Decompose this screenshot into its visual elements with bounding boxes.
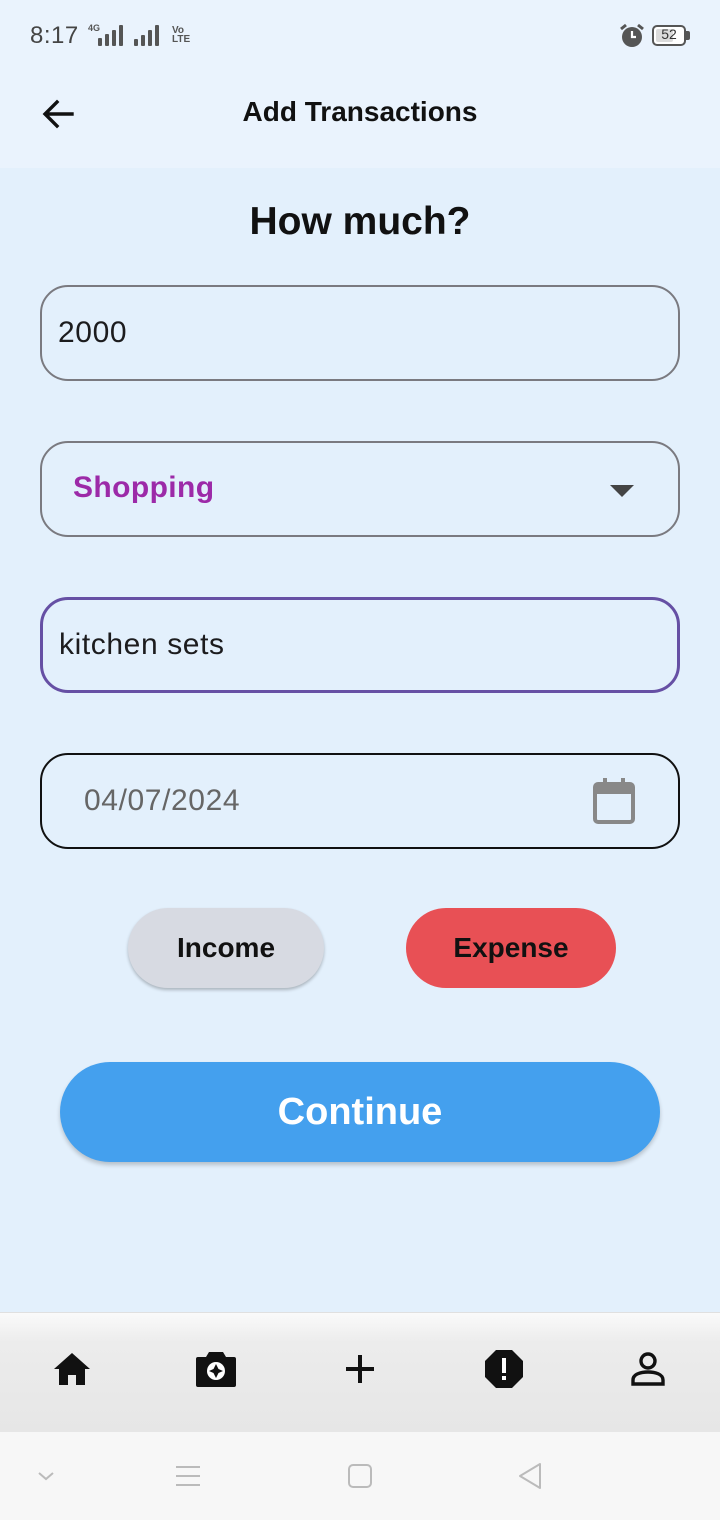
volte-label: Vo LTE (172, 25, 191, 45)
expense-button[interactable]: Expense (406, 908, 616, 988)
alarm-icon (620, 23, 644, 47)
income-button[interactable]: Income (128, 908, 324, 988)
date-field[interactable] (40, 753, 680, 849)
alert-icon (485, 1350, 523, 1388)
nav-profile[interactable] (622, 1343, 674, 1395)
signal-strength-icon-2 (134, 24, 159, 46)
system-menu-button[interactable] (168, 1456, 208, 1496)
status-bar: 8:17 4G Vo LTE 52 (0, 0, 720, 72)
page-title: Add Transactions (242, 96, 478, 127)
system-home-button[interactable] (340, 1456, 380, 1496)
amount-heading: How much? (249, 200, 471, 243)
add-icon (346, 1355, 374, 1383)
description-field[interactable] (40, 597, 680, 693)
nav-add[interactable] (334, 1343, 386, 1395)
profile-icon (631, 1352, 665, 1386)
category-dropdown[interactable]: Shopping (40, 441, 680, 537)
nav-home[interactable] (46, 1343, 98, 1395)
battery-level: 52 (661, 26, 677, 42)
menu-icon (176, 1466, 200, 1486)
nav-alerts[interactable] (478, 1343, 530, 1395)
add-transaction-screen: 8:17 4G Vo LTE 52 Add Transactions How m… (0, 0, 720, 1520)
home-icon (54, 1353, 90, 1385)
triangle-back-icon (519, 1463, 541, 1489)
category-selected-value: Shopping (73, 471, 215, 504)
date-input[interactable] (42, 755, 678, 847)
dropdown-arrow-icon (610, 485, 634, 497)
app-bar: Add Transactions (0, 72, 720, 168)
system-navigation-bar (0, 1432, 720, 1520)
signal-strength-icon (98, 24, 123, 46)
amount-input[interactable] (42, 287, 678, 379)
camera-icon (196, 1352, 236, 1387)
chevron-down-icon (38, 1472, 54, 1481)
battery-icon: 52 (652, 25, 690, 46)
amount-field[interactable] (40, 285, 680, 381)
description-input[interactable] (43, 600, 677, 690)
square-icon (348, 1464, 372, 1488)
bottom-navigation (0, 1312, 720, 1432)
system-collapse-button[interactable] (26, 1456, 66, 1496)
status-time: 8:17 (30, 22, 79, 49)
calendar-icon[interactable] (592, 777, 636, 825)
system-back-button[interactable] (510, 1456, 550, 1496)
nav-camera[interactable] (190, 1343, 242, 1395)
continue-button[interactable]: Continue (60, 1062, 660, 1162)
